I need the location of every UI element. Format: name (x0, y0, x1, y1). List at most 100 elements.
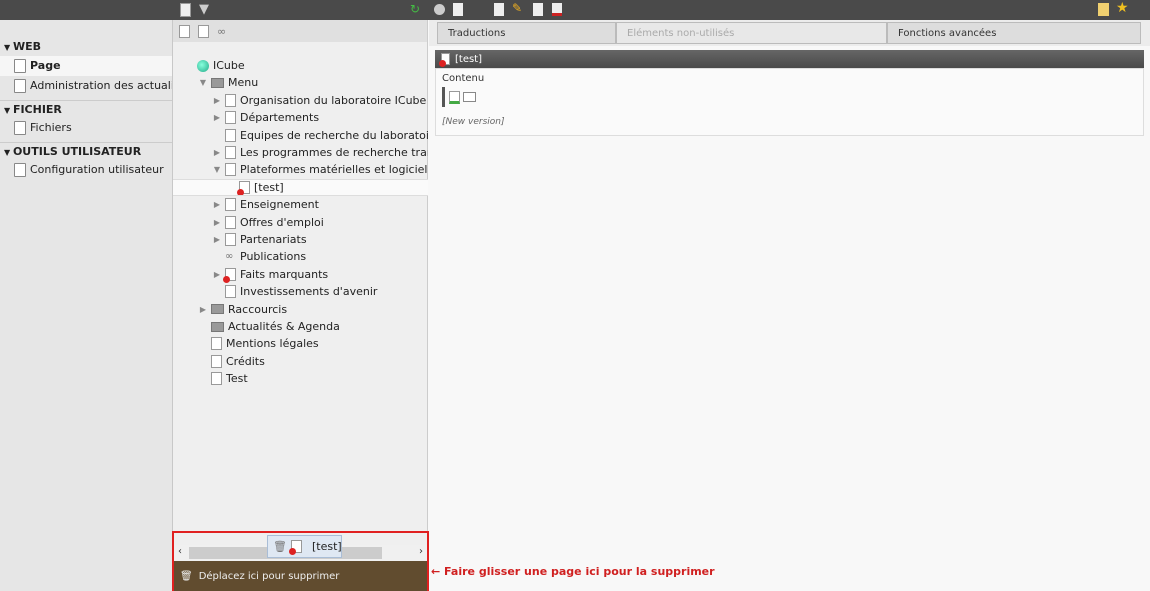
tree-node[interactable]: ▶ Faits marquants (173, 266, 428, 283)
module-item[interactable]: Administration des actualités (0, 76, 172, 96)
tree-node-label[interactable]: Mentions légales (226, 335, 319, 352)
tree-node-label[interactable]: [test] (254, 180, 284, 195)
tree-node[interactable]: ▶ Partenariats (173, 231, 428, 248)
tree-node[interactable]: ▼ Plateformes matérielles et logicielles (173, 161, 428, 178)
tree-node-label[interactable]: Test (226, 370, 248, 387)
tree-node[interactable]: ∞ Publications (173, 248, 428, 265)
folder-icon[interactable] (211, 304, 224, 315)
edit-pencil-icon[interactable]: ✎ (512, 1, 522, 15)
scroll-left-icon[interactable]: ‹ (178, 546, 182, 557)
delete-drop-zone[interactable]: ‹ › 🗑 [test] 🗑 Déplacez ici pour supprim… (172, 531, 429, 591)
module-group-header[interactable]: ▼ OUTILS UTILISATEUR (0, 142, 172, 160)
tree-node-label[interactable]: Départements (240, 109, 319, 126)
module-group-header[interactable]: ▼ WEB (0, 38, 172, 56)
tree-node-label[interactable]: Crédits (226, 353, 265, 370)
new-page-icon[interactable] (180, 3, 191, 17)
tree-node-label[interactable]: Organisation du laboratoire ICube (240, 92, 426, 109)
page-deleted-icon[interactable] (223, 267, 236, 283)
refresh-icon[interactable]: ↻ (410, 2, 420, 16)
collapsed-icon[interactable]: ▶ (213, 92, 221, 109)
tree-node-label[interactable]: Partenariats (240, 231, 307, 248)
page-icon[interactable] (211, 372, 222, 386)
tree-node[interactable]: [test] (173, 178, 428, 196)
collapsed-icon[interactable]: ▶ (213, 214, 221, 231)
page-icon[interactable] (225, 163, 236, 177)
trash-zone[interactable]: 🗑 Déplacez ici pour supprimer (174, 561, 427, 591)
dragged-page[interactable]: 🗑 [test] (267, 535, 342, 558)
tree-node[interactable]: Test (173, 370, 428, 387)
tree-node-label[interactable]: Investissements d'avenir (240, 283, 377, 300)
tree-node[interactable]: ▶ Offres d'emploi (173, 214, 428, 231)
tree-node-label[interactable]: ICube (213, 57, 245, 74)
tree-node[interactable]: Mentions légales (173, 335, 428, 352)
page-icon[interactable] (225, 93, 236, 107)
page-icon[interactable] (225, 198, 236, 212)
tree-node[interactable]: ▶ Enseignement (173, 196, 428, 213)
link-icon[interactable]: ∞ (225, 248, 236, 265)
shortcut-page-icon[interactable] (225, 233, 236, 246)
shortcut-icon[interactable] (1098, 3, 1109, 16)
globe-icon[interactable] (197, 59, 209, 72)
scroll-right-icon[interactable]: › (419, 546, 423, 557)
expanded-icon[interactable]: ▼ (199, 74, 207, 91)
collapsed-icon[interactable]: ▶ (213, 266, 221, 283)
history-icon[interactable] (552, 3, 562, 16)
new-record-icon[interactable] (453, 3, 463, 16)
expanded-icon[interactable]: ▼ (213, 161, 221, 178)
module-item[interactable]: Configuration utilisateur (0, 160, 172, 180)
folder-icon[interactable] (211, 321, 224, 332)
paste-folder-icon[interactable] (463, 92, 476, 102)
collapsed-icon[interactable]: ▶ (213, 109, 221, 126)
collapsed-icon[interactable]: ▶ (213, 144, 221, 161)
module-item[interactable]: Fichiers (0, 118, 172, 138)
tree-node-label[interactable]: Raccourcis (228, 301, 287, 318)
new-version-label: [New version] (442, 117, 505, 127)
module-item[interactable]: Page (0, 56, 172, 76)
new-content-icon[interactable] (449, 90, 460, 104)
shortcut-page-icon[interactable] (225, 215, 236, 229)
page-type-icon[interactable] (179, 24, 190, 38)
page-icon[interactable] (225, 111, 236, 125)
tree-node-label[interactable]: Les programmes de recherche transversaux (240, 144, 428, 161)
tree-node-label[interactable]: Faits marquants (240, 266, 328, 283)
tab-unused-elements[interactable]: Eléments non-utilisés (616, 22, 887, 44)
folder-icon[interactable] (211, 77, 224, 88)
page-icon[interactable] (225, 285, 236, 299)
tree-node[interactable]: Crédits (173, 353, 428, 370)
help-icon[interactable] (434, 4, 445, 15)
tree-node-label[interactable]: Publications (240, 248, 306, 265)
link-type-icon[interactable]: ∞ (217, 25, 226, 38)
shortcut-type-icon[interactable] (198, 24, 209, 38)
collapsed-icon[interactable]: ▶ (213, 196, 221, 213)
page-deleted-icon[interactable] (237, 180, 250, 195)
page-icon[interactable] (225, 146, 236, 159)
tree-node-label[interactable]: Enseignement (240, 196, 319, 213)
tree-toolbar: ∞ (173, 20, 427, 42)
tree-node[interactable]: ▶ Départements (173, 109, 428, 126)
bookmark-star-icon[interactable]: ★ (1116, 0, 1129, 16)
move-icon[interactable] (533, 3, 543, 16)
tree-node[interactable]: ▼ Menu (173, 74, 428, 91)
collapsed-icon[interactable]: ▶ (199, 301, 207, 318)
filter-icon[interactable]: ▼ (199, 2, 209, 17)
tree-node-label[interactable]: Equipes de recherche du laboratoire ICub… (240, 127, 428, 144)
tree-node-label[interactable]: Offres d'emploi (240, 214, 324, 231)
module-group-header[interactable]: ▼ FICHIER (0, 100, 172, 118)
tab-advanced-functions[interactable]: Fonctions avancées (887, 22, 1141, 44)
tree-node-label[interactable]: Menu (228, 74, 258, 91)
tree-node[interactable]: ▶ Raccourcis (173, 301, 428, 318)
tree-node[interactable]: ▶ Les programmes de recherche transversau… (173, 144, 428, 161)
tree-node[interactable]: ICube (173, 57, 428, 74)
collapsed-icon[interactable]: ▶ (213, 231, 221, 248)
page-icon[interactable] (211, 354, 222, 368)
tree-node-label[interactable]: Plateformes matérielles et logicielles (240, 161, 428, 178)
tree-node[interactable]: Equipes de recherche du laboratoire ICub… (173, 127, 428, 144)
tab-traductions[interactable]: Traductions (437, 22, 616, 44)
tree-node[interactable]: ▶ Organisation du laboratoire ICube (173, 92, 428, 109)
tree-node[interactable]: Actualités & Agenda (173, 318, 428, 335)
page-icon[interactable] (211, 337, 222, 351)
view-icon[interactable] (494, 3, 504, 16)
tree-node-label[interactable]: Actualités & Agenda (228, 318, 340, 335)
tree-node[interactable]: Investissements d'avenir (173, 283, 428, 300)
page-icon[interactable] (225, 128, 236, 142)
